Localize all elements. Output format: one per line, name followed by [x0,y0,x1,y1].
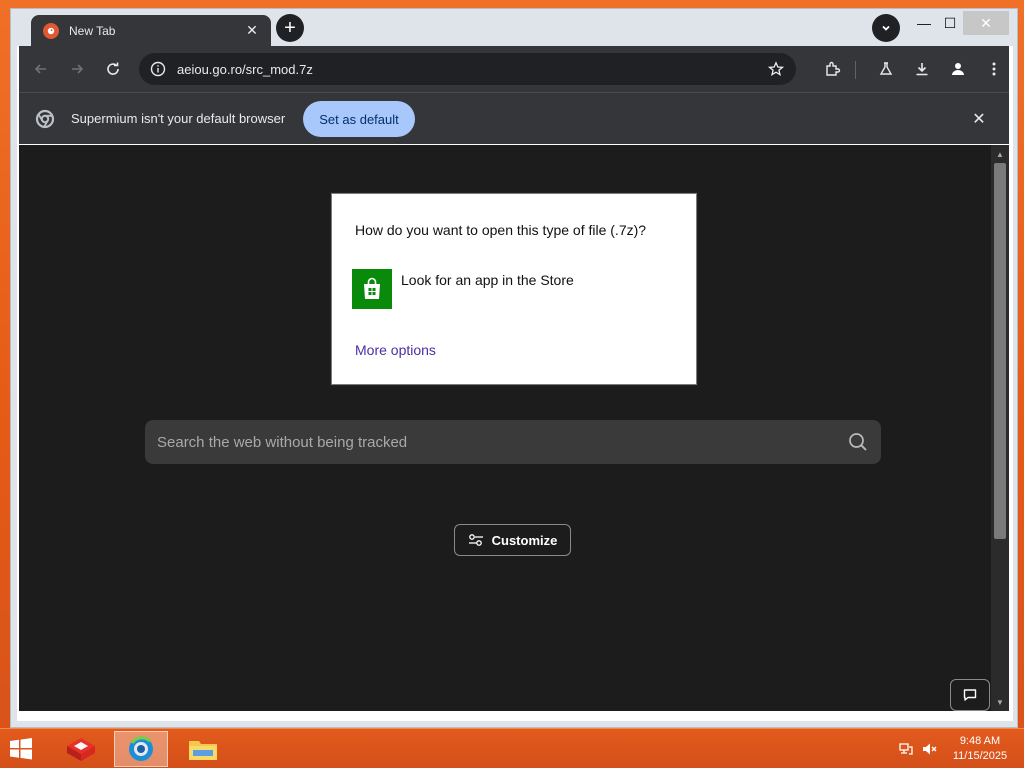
browser-globe-icon [129,736,153,761]
taskbar: 9:48 AM 11/15/2025 [0,728,1024,768]
forward-button[interactable] [61,53,93,85]
search-icon[interactable] [847,431,869,453]
taskbar-app-3d[interactable] [54,731,108,767]
forward-arrow-icon [72,64,84,74]
tab-close-button[interactable]: ✕ [243,22,261,40]
extensions-button[interactable] [817,53,849,85]
extensions-icon [826,61,841,76]
scroll-thumb[interactable] [994,163,1006,539]
tab-title: New Tab [69,23,116,38]
windows-logo-icon [10,738,32,760]
taskbar-app-browser[interactable] [114,731,168,767]
network-icon[interactable] [898,741,914,757]
address-bar[interactable]: aeiou.go.ro/src_mod.7z [139,53,796,85]
chevron-down-icon [882,25,890,31]
set-as-default-button[interactable]: Set as default [303,101,415,137]
browser-toolbar: aeiou.go.ro/src_mod.7z [19,46,1009,92]
page-scrollbar[interactable]: ▲ ▼ [991,145,1009,711]
bookmark-star-button[interactable] [762,55,790,83]
feedback-button[interactable] [950,679,990,711]
close-window-button[interactable]: ✕ [963,11,1009,35]
chrome-icon [35,109,55,129]
url-text[interactable]: aeiou.go.ro/src_mod.7z [177,62,762,77]
kebab-menu-icon [992,62,996,76]
new-tab-button[interactable]: + [276,14,304,42]
clock-time: 9:48 AM [959,735,1001,747]
site-info-icon[interactable] [147,58,169,80]
labs-flask-icon [879,62,893,75]
volume-muted-icon[interactable] [921,741,937,757]
back-arrow-icon [34,64,46,74]
reload-button[interactable] [97,53,129,85]
infobar-message: Supermium isn't your default browser [71,111,286,126]
customize-label: Customize [491,532,558,548]
duckduckgo-icon [43,22,59,39]
start-button[interactable] [6,735,40,763]
back-button[interactable] [25,53,57,85]
infobar-close-button[interactable]: ✕ [969,109,989,129]
chat-bubble-icon [963,689,977,701]
scroll-up-arrow[interactable]: ▲ [995,149,1005,159]
taskbar-app-explorer[interactable] [176,731,230,767]
labs-button[interactable] [870,53,902,85]
customize-button[interactable]: Customize [454,524,571,556]
search-placeholder: Search the web without being tracked [157,433,408,451]
clock-date: 11/15/2025 [952,750,1008,762]
downloads-button[interactable] [906,53,938,85]
dialog-title: How do you want to open this type of fil… [355,222,647,238]
app-cube-icon [67,738,95,761]
star-icon [768,61,784,76]
store-option[interactable]: Look for an app in the Store [401,272,574,288]
default-browser-infobar: Supermium isn't your default browser Set… [19,92,1009,144]
tab-new-tab[interactable]: New Tab ✕ [31,15,271,46]
download-icon [916,63,928,76]
more-options-link[interactable]: More options [355,342,436,358]
store-bag-icon[interactable] [352,269,392,309]
menu-button[interactable] [978,53,1010,85]
reload-icon [107,62,119,75]
system-clock[interactable]: 9:48 AM 11/15/2025 [944,734,1016,764]
search-input[interactable]: Search the web without being tracked [145,420,881,464]
toolbar-separator [855,61,856,79]
sliders-icon [468,534,483,546]
tab-strip: New Tab ✕ + — ☐ ✕ [11,9,1017,46]
profile-icon [952,63,964,75]
profile-button[interactable] [942,53,974,85]
scroll-down-arrow[interactable]: ▼ [995,697,1005,707]
folder-icon [189,741,217,760]
open-with-dialog: How do you want to open this type of fil… [331,193,697,385]
tab-search-button[interactable] [872,14,900,42]
